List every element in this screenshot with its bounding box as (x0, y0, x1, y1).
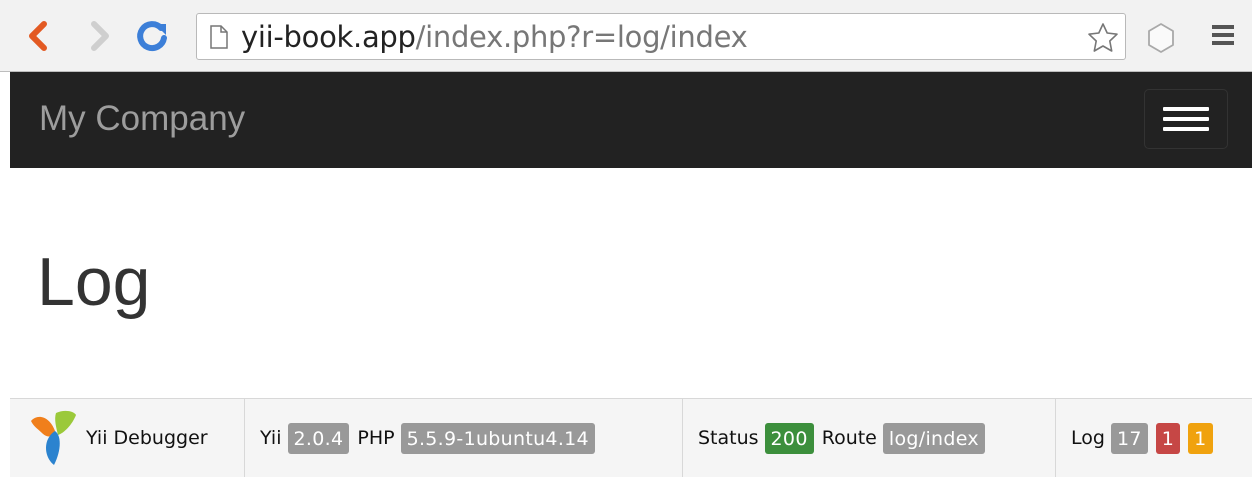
address-bar[interactable]: yii-book.app/index.php?r=log/index (196, 13, 1126, 60)
php-version-badge: 5.5.9-1ubuntu4.14 (400, 422, 595, 454)
yii-logo-icon (31, 410, 76, 465)
route-badge: log/index (882, 422, 985, 454)
status-code-badge: 200 (764, 422, 814, 454)
yii-debug-toolbar: Yii Debugger Yii 2.0.4 PHP 5.5.9-1ubuntu… (10, 398, 1252, 477)
toggle-bar (1163, 127, 1209, 131)
route-label: Route (821, 427, 877, 449)
navbar-toggle-button[interactable] (1144, 89, 1228, 149)
url-domain: yii-book.app (241, 20, 416, 54)
log-total-badge: 17 (1110, 422, 1148, 454)
yii-label: Yii (260, 427, 282, 449)
log-label: Log (1071, 427, 1105, 449)
reload-icon (137, 21, 167, 52)
browser-toolbar: yii-book.app/index.php?r=log/index (0, 0, 1252, 72)
forward-arrow-icon (91, 21, 109, 51)
log-error-badge: 1 (1155, 422, 1181, 454)
app-navbar: My Company (10, 72, 1252, 168)
php-label: PHP (357, 427, 395, 449)
status-label: Status (698, 427, 759, 449)
back-button[interactable] (18, 14, 58, 58)
brand-link[interactable]: My Company (39, 98, 245, 140)
forward-button[interactable] (80, 14, 120, 58)
page-title: Log (37, 244, 151, 320)
debugger-link[interactable]: Yii Debugger (10, 399, 245, 477)
version-block[interactable]: Yii 2.0.4 PHP 5.5.9-1ubuntu4.14 (245, 399, 683, 477)
toggle-bar (1163, 117, 1209, 121)
url-text: yii-book.app/index.php?r=log/index (241, 21, 748, 54)
yii-version-badge: 2.0.4 (287, 422, 350, 454)
toggle-bar (1163, 107, 1209, 111)
hamburger-menu-icon[interactable] (1210, 22, 1236, 48)
debugger-name: Yii Debugger (86, 427, 208, 449)
back-arrow-icon (29, 21, 47, 51)
extension-icon[interactable] (1146, 22, 1176, 54)
url-path: /index.php?r=log/index (415, 20, 748, 54)
star-icon[interactable] (1087, 22, 1119, 54)
page-icon (210, 25, 228, 49)
request-block[interactable]: Status 200 Route log/index (683, 399, 1056, 477)
log-warning-badge: 1 (1188, 422, 1213, 454)
page-content: Log (10, 168, 1252, 398)
reload-button[interactable] (132, 14, 172, 58)
log-block[interactable]: Log 17 1 1 (1056, 399, 1252, 477)
